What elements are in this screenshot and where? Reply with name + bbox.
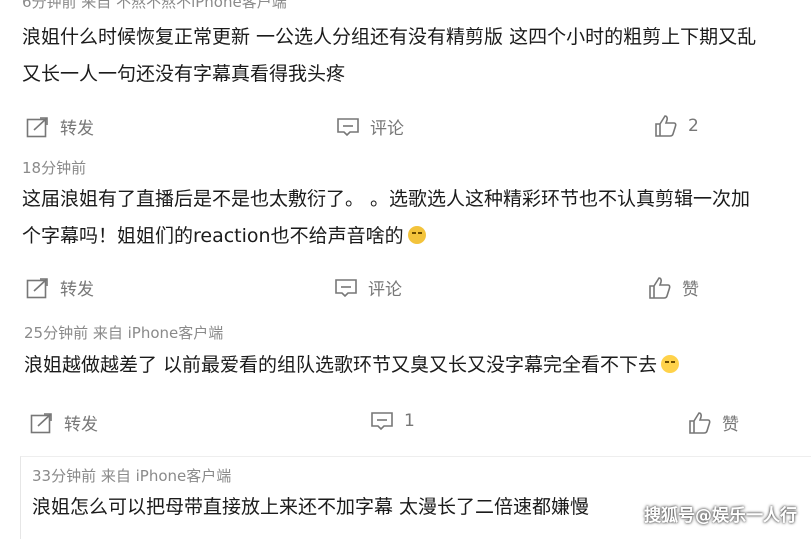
thumbs-up-icon	[689, 411, 711, 434]
comment-card: 18分钟前 这届浪姐有了直播后是不是也太敷衍了。 。选歌选人这种精彩环节也不认真…	[0, 150, 811, 310]
comment-card: 6分钟前 来自 不熬不熬不iPhone客户端 浪姐什么时候恢复正常更新 一公选人…	[0, 0, 811, 150]
comment-text: 浪姐越做越差了 以前最爱看的组队选歌环节又臭又长又没字幕完全看不下去	[24, 354, 658, 376]
thumbs-up-icon	[655, 115, 677, 137]
comment-count: 1	[404, 411, 415, 431]
like-button[interactable]: 2	[654, 114, 699, 138]
comment-card: 25分钟前 来自 iPhone客户端 浪姐越做越差了 以前最爱看的组队选歌环节又…	[0, 315, 811, 447]
comment-meta: 25分钟前 来自 iPhone客户端	[24, 324, 224, 342]
comment-label: 评论	[368, 280, 402, 300]
comment-card: 33分钟前 来自 iPhone客户端 浪姐怎么可以把母带直接放上来还不加字幕 太…	[20, 456, 811, 539]
comment-button[interactable]: 评论	[334, 275, 402, 300]
comment-text-line: 浪姐越做越差了 以前最爱看的组队选歌环节又臭又长又没字幕完全看不下去	[24, 349, 680, 382]
comment-text-line: 这届浪姐有了直播后是不是也太敷衍了。 。选歌选人这种精彩环节也不认真剪辑一次加	[22, 188, 751, 210]
comment-label: 评论	[370, 119, 404, 139]
comment-text-line: 浪姐怎么可以把母带直接放上来还不加字幕 太漫长了二倍速都嫌慢	[32, 496, 590, 518]
comment-meta: 18分钟前	[22, 159, 87, 177]
like-button[interactable]: 赞	[688, 410, 739, 435]
comment-button[interactable]: 评论	[336, 114, 404, 139]
comment-icon	[335, 278, 357, 297]
comment-meta: 6分钟前 来自 不熬不熬不iPhone客户端	[22, 0, 287, 11]
comment-text-line: 浪姐什么时候恢复正常更新 一公选人分组还有没有精剪版 这四个小时的粗剪上下期又乱	[22, 26, 757, 48]
comment-icon	[371, 412, 393, 431]
thumbs-up-icon	[649, 276, 671, 299]
comment-text: 个字幕吗！姐姐们的reaction也不给声音啥的	[22, 225, 404, 247]
share-icon	[26, 116, 48, 137]
comment-meta: 33分钟前 来自 iPhone客户端	[32, 467, 232, 485]
repost-button[interactable]: 转发	[26, 275, 94, 300]
share-icon	[26, 277, 48, 298]
comment-text-line: 又长一人一句还没有字幕真看得我头疼	[22, 63, 346, 85]
crying-laughing-emoji	[661, 355, 680, 373]
like-count: 2	[688, 116, 699, 136]
comment-button[interactable]: 1	[370, 410, 415, 432]
comment-text-line: 个字幕吗！姐姐们的reaction也不给声音啥的	[22, 220, 426, 253]
like-label: 赞	[722, 415, 739, 435]
repost-label: 转发	[60, 119, 94, 139]
share-icon	[30, 412, 52, 433]
repost-label: 转发	[60, 280, 94, 300]
sweat-smile-emoji	[407, 226, 426, 244]
watermark: 搜狐号@娱乐一人行	[644, 506, 797, 526]
repost-button[interactable]: 转发	[26, 114, 94, 139]
like-button[interactable]: 赞	[648, 275, 699, 300]
repost-label: 转发	[64, 415, 98, 435]
like-label: 赞	[682, 280, 699, 300]
comment-icon	[337, 117, 359, 136]
repost-button[interactable]: 转发	[30, 410, 98, 435]
